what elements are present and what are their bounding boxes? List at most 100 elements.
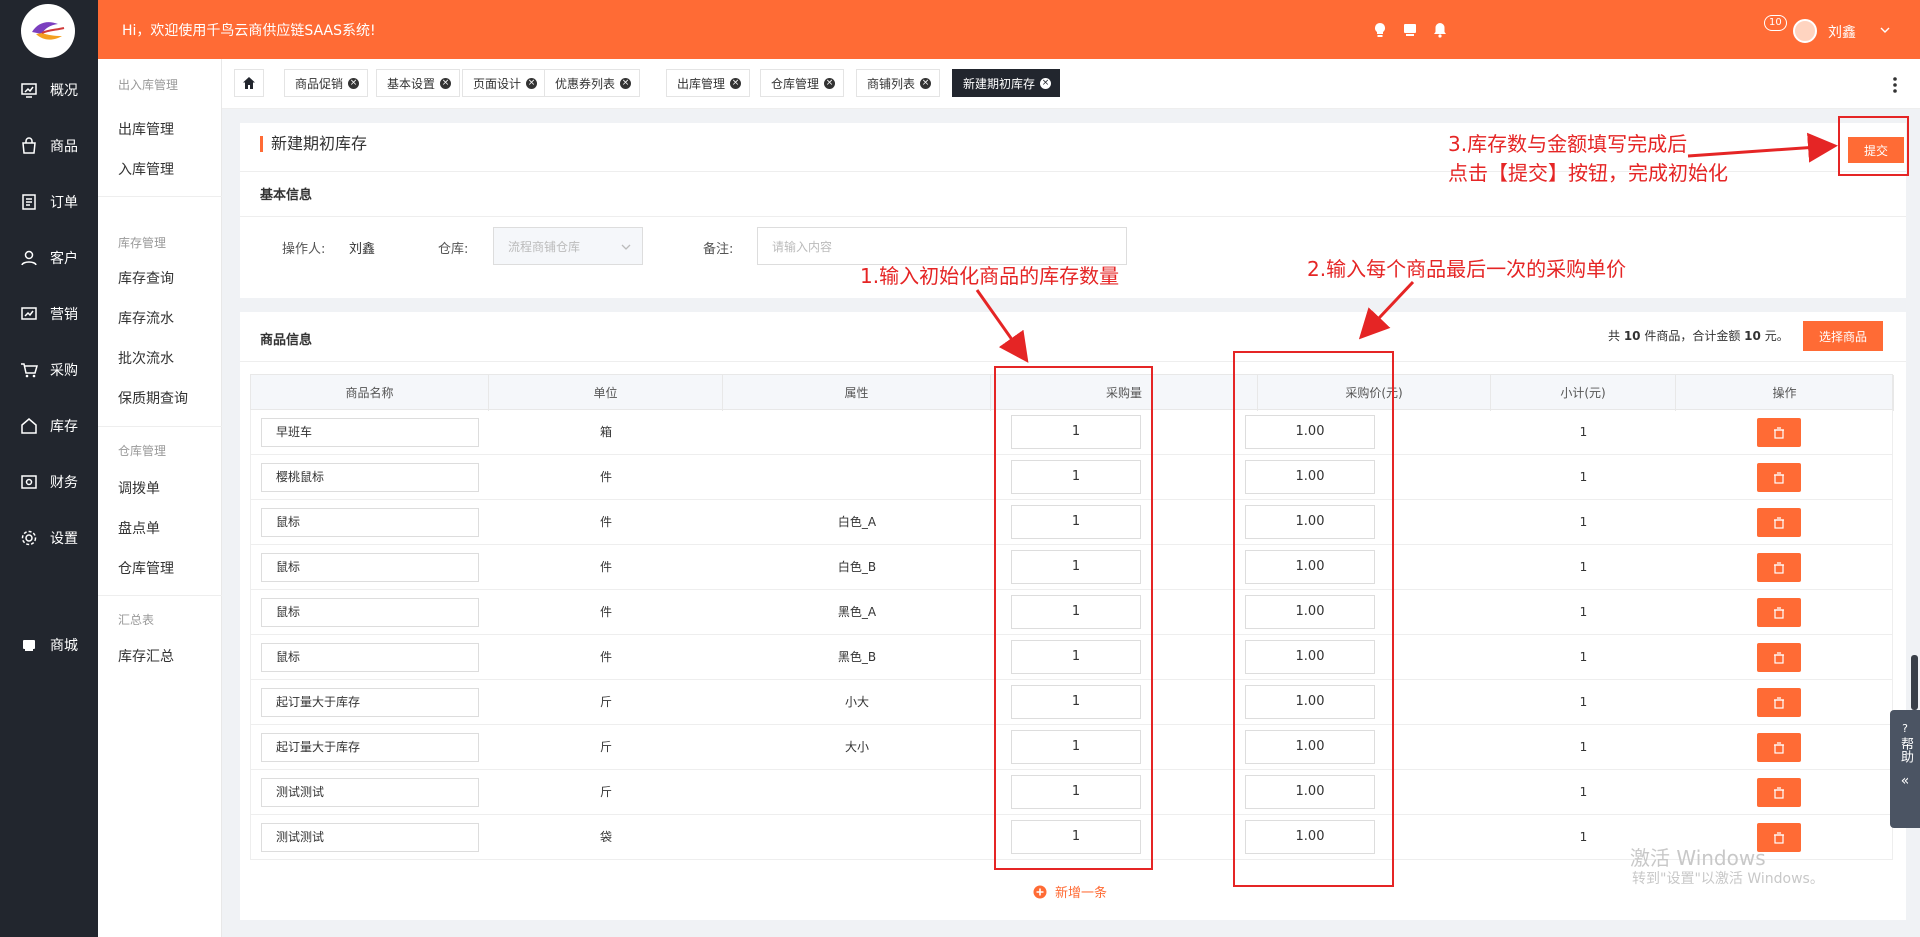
sidebar-item-1[interactable]: 商品 — [0, 126, 98, 166]
sidebar-item-6[interactable]: 库存 — [0, 406, 98, 446]
tab-0[interactable]: 商品促销 × — [284, 69, 369, 97]
sidebar-item-0[interactable]: 概况 — [0, 70, 98, 110]
subnav-item[interactable]: 调拨单 — [118, 478, 160, 498]
subnav-item[interactable]: 盘点单 — [118, 518, 160, 538]
close-icon[interactable]: × — [920, 77, 932, 89]
tab-7[interactable]: 新建期初库存 × — [952, 69, 1061, 97]
sidebar-item-label: 概况 — [50, 83, 78, 99]
subnav-item[interactable]: 库存流水 — [118, 308, 174, 328]
close-icon[interactable]: × — [526, 77, 538, 89]
tab-6[interactable]: 商铺列表 × — [856, 69, 941, 97]
subtotal-cell: 1 — [1579, 650, 1588, 664]
delete-button[interactable] — [1757, 688, 1801, 717]
note-input[interactable]: 请输入内容 — [757, 227, 1127, 265]
sidebar-item-7[interactable]: 财务 — [0, 462, 98, 502]
delete-button[interactable] — [1757, 553, 1801, 582]
close-icon[interactable]: × — [440, 77, 452, 89]
page-title: 新建期初库存 — [260, 136, 367, 152]
sidebar-item-9[interactable]: 商城 — [0, 625, 98, 665]
delete-button[interactable] — [1757, 508, 1801, 537]
subtotal-cell: 1 — [1579, 515, 1588, 529]
column-header: 单位 — [489, 375, 723, 411]
product-name-input[interactable]: 起订量大于库存 — [261, 733, 479, 762]
subnav-item[interactable]: 库存汇总 — [118, 646, 174, 666]
username[interactable]: 刘鑫 — [1828, 22, 1856, 42]
close-icon[interactable]: × — [1040, 77, 1052, 89]
bell-icon[interactable] — [1431, 21, 1449, 39]
tab-label: 商铺列表 — [867, 76, 916, 91]
product-name-input[interactable]: 鼠标 — [261, 598, 479, 627]
delete-button[interactable] — [1757, 778, 1801, 807]
delete-button[interactable] — [1757, 418, 1801, 447]
attr-cell — [723, 770, 991, 815]
app-logo[interactable] — [21, 4, 75, 58]
help-button[interactable]: ? 帮助 « — [1890, 710, 1920, 828]
product-name-input[interactable]: 鼠标 — [261, 508, 479, 537]
choose-goods-button[interactable]: 选择商品 — [1803, 321, 1883, 351]
unit-cell: 件 — [599, 650, 612, 664]
tab-label: 新建期初库存 — [963, 76, 1036, 91]
trash-icon — [1774, 471, 1784, 484]
tab-3[interactable]: 优惠券列表 × — [544, 69, 641, 97]
attr-cell: 小大 — [844, 695, 869, 709]
column-header: 操作 — [1676, 375, 1894, 411]
delete-button[interactable] — [1757, 463, 1801, 492]
summary-suffix: 元。 — [1760, 329, 1789, 343]
subnav-item[interactable]: 保质期查询 — [118, 388, 188, 408]
subnav-item[interactable]: 库存查询 — [118, 268, 174, 288]
sidebar-item-label: 订单 — [50, 195, 78, 211]
subnav-item[interactable]: 入库管理 — [118, 159, 174, 179]
close-icon[interactable]: × — [824, 77, 836, 89]
product-name-input[interactable]: 测试测试 — [261, 778, 479, 807]
chart-icon — [21, 307, 37, 320]
sidebar-item-5[interactable]: 采购 — [0, 350, 98, 390]
tab-2[interactable]: 页面设计 × — [462, 69, 547, 97]
sub-sidebar: 出入库管理 出库管理 入库管理 库存管理 库存查询 库存流水 批次流水 保质期查询 仓库管理 调拨… — [98, 59, 222, 937]
product-name-input[interactable]: 起订量大于库存 — [261, 688, 479, 717]
tab-label: 商品促销 — [295, 76, 344, 91]
product-name-input[interactable]: 樱桃鼠标 — [261, 463, 479, 492]
subnav-divider — [98, 595, 222, 596]
product-name-input[interactable]: 鼠标 — [261, 553, 479, 582]
subnav-item[interactable]: 出库管理 — [118, 119, 174, 139]
sidebar-item-2[interactable]: 订单 — [0, 182, 98, 222]
subtotal-cell: 1 — [1579, 605, 1588, 619]
sidebar-item-3[interactable]: 客户 — [0, 238, 98, 278]
scrollbar-thumb[interactable] — [1911, 655, 1918, 710]
bird-logo-icon — [32, 22, 65, 40]
note-label: 备注: — [703, 242, 734, 257]
delete-button[interactable] — [1757, 733, 1801, 762]
close-icon[interactable]: × — [348, 77, 360, 89]
attr-cell — [723, 410, 991, 455]
avatar[interactable] — [1793, 19, 1817, 43]
delete-button[interactable] — [1757, 598, 1801, 627]
close-icon[interactable]: × — [730, 77, 742, 89]
tab-4[interactable]: 出库管理 × — [666, 69, 751, 97]
collapse-icon[interactable]: « — [1890, 773, 1920, 789]
warehouse-select[interactable]: 流程商铺仓库 — [493, 227, 643, 265]
sidebar-item-8[interactable]: 设置 — [0, 518, 98, 558]
summary-prefix: 共 — [1608, 329, 1624, 343]
tab-5[interactable]: 仓库管理 × — [760, 69, 845, 97]
welcome-text: Hi，欢迎使用千鸟云商供应链SAAS系统! — [122, 23, 376, 39]
add-row-button[interactable]: 新增一条 — [1033, 882, 1107, 901]
more-vertical-icon[interactable] — [1885, 75, 1905, 95]
monitor-icon[interactable] — [1401, 21, 1419, 39]
tab-1[interactable]: 基本设置 × — [376, 69, 461, 97]
sidebar-item-4[interactable]: 营销 — [0, 294, 98, 334]
close-icon[interactable]: × — [620, 77, 632, 89]
trash-icon — [1774, 741, 1784, 754]
product-name-input[interactable]: 早班车 — [261, 418, 479, 447]
subnav-item[interactable]: 批次流水 — [118, 348, 174, 368]
warehouse-label: 仓库: — [438, 242, 469, 257]
subnav-item[interactable]: 仓库管理 — [118, 558, 174, 578]
product-name-input[interactable]: 测试测试 — [261, 823, 479, 852]
lightbulb-icon[interactable] — [1371, 21, 1389, 39]
trash-icon — [1774, 426, 1784, 439]
chevron-down-icon[interactable] — [1879, 24, 1891, 36]
tab-home[interactable] — [234, 69, 264, 97]
delete-button[interactable] — [1757, 643, 1801, 672]
unit-cell: 件 — [599, 515, 612, 529]
product-name-input[interactable]: 鼠标 — [261, 643, 479, 672]
annotation-3-line2: 点击【提交】按钮，完成初始化 — [1448, 161, 1728, 185]
